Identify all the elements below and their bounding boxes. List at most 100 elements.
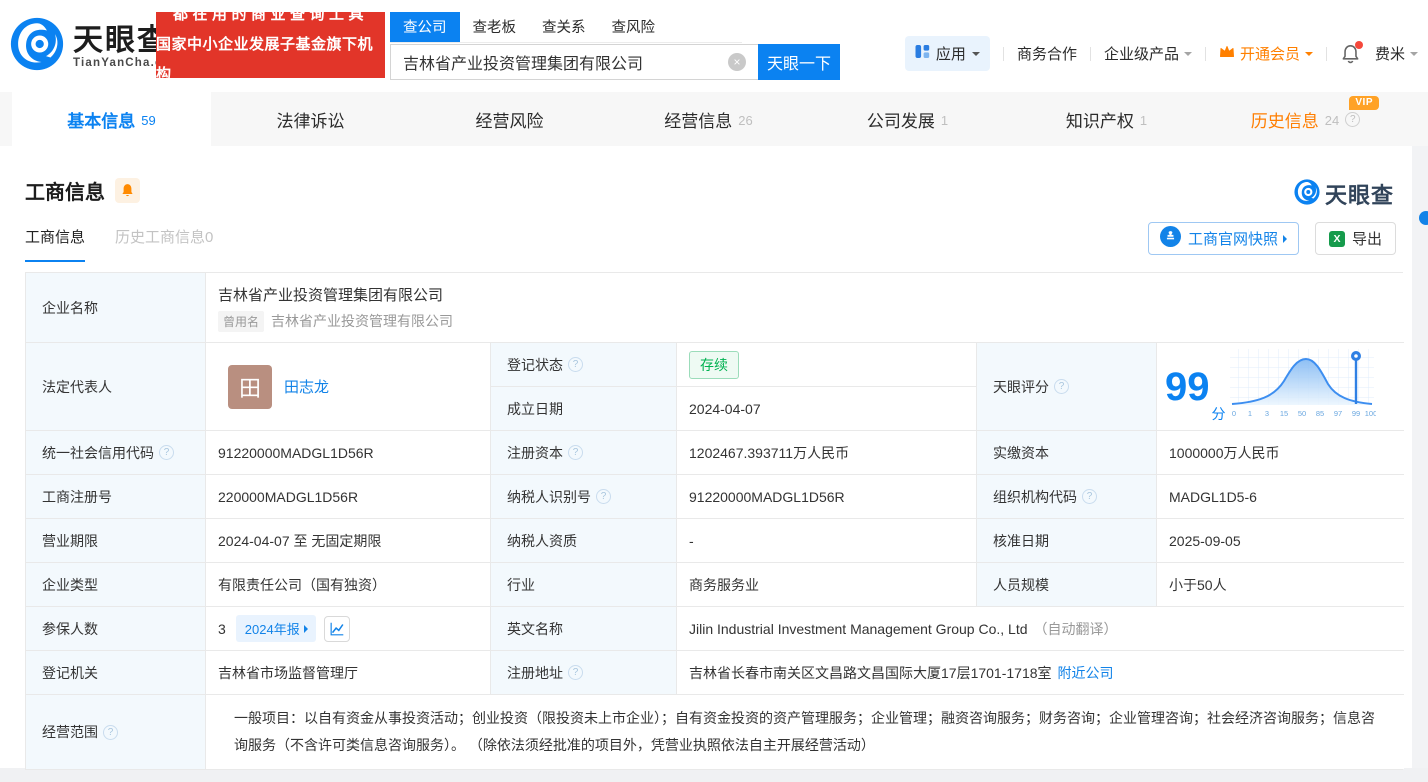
auto-translate-note: （自动翻译） [1033, 620, 1118, 637]
taxpayer-id-label: 纳税人识别号 [491, 475, 677, 519]
org-code-value: MADGL1D5-6 [1157, 475, 1404, 519]
clear-search-icon[interactable]: × [728, 53, 746, 71]
taxpayer-id-value: 91220000MADGL1D56R [677, 475, 977, 519]
subscribe-bell-icon[interactable] [115, 178, 140, 203]
legal-rep-link[interactable]: 田志龙 [284, 376, 329, 397]
help-icon[interactable] [596, 489, 611, 504]
notification-dot [1354, 40, 1363, 49]
help-icon[interactable] [1345, 111, 1361, 127]
scope-label: 经营范围 [26, 695, 206, 769]
legal-rep-avatar[interactable]: 田 [228, 364, 272, 409]
username: 费米 [1374, 46, 1405, 63]
svg-text:0: 0 [1231, 409, 1235, 418]
open-vip-menu[interactable]: 开通会员 [1219, 43, 1313, 64]
annual-report-pill[interactable]: 2024年报 [235, 615, 316, 642]
search-tab-boss[interactable]: 查老板 [460, 12, 530, 42]
tianyancha-watermark: 天眼查 [1294, 178, 1394, 210]
watermark-swirl-icon [1294, 178, 1320, 210]
official-snapshot-button[interactable]: 工商官网快照 [1148, 222, 1300, 255]
company-type-label: 企业类型 [26, 563, 206, 607]
help-icon[interactable] [1082, 489, 1097, 504]
help-icon[interactable] [103, 724, 118, 740]
staff-size-label: 人员规模 [977, 563, 1157, 607]
floating-widget[interactable] [1419, 211, 1428, 225]
biz-cooperation-link[interactable]: 商务合作 [1017, 43, 1077, 64]
taxpayer-qual-label: 纳税人资质 [491, 519, 677, 563]
help-icon[interactable] [159, 445, 174, 460]
reg-capital-value: 1202467.393711万人民币 [677, 431, 977, 475]
tab-intellectual-property[interactable]: 知识产权 1 [1007, 92, 1206, 146]
stamp-icon [1160, 226, 1181, 251]
insured-trend-chart-button[interactable] [323, 615, 350, 642]
user-menu[interactable]: 费米 [1375, 43, 1418, 64]
score-distribution-chart: 0 1 3 15 50 85 97 99 100 [1228, 347, 1377, 426]
tab-count: 1 [940, 113, 949, 128]
subtab-business-info[interactable]: 工商信息 [25, 226, 86, 262]
search-input[interactable] [390, 44, 758, 80]
search-button[interactable]: 天眼一下 [758, 44, 840, 80]
search-tab-relation[interactable]: 查关系 [529, 12, 599, 42]
status-badge: 存续 [689, 350, 739, 379]
tab-history-info[interactable]: VIP 历史信息 24 [1206, 92, 1405, 146]
svg-text:50: 50 [1297, 409, 1305, 418]
excel-icon [1329, 230, 1346, 247]
section-title: 工商信息 [25, 182, 105, 204]
help-icon[interactable] [568, 357, 583, 372]
help-icon[interactable] [568, 665, 583, 680]
export-button[interactable]: 导出 [1315, 222, 1397, 255]
business-info-section: 工商信息 天眼查 工商信息 历史工商信息0 工商官网快照 X 导出 企业名称 吉… [0, 146, 1412, 770]
company-name-label: 企业名称 [26, 273, 206, 343]
business-info-table: 企业名称 吉林省产业投资管理集团有限公司 曾用名 吉林省产业投资管理有限公司 法… [25, 272, 1404, 770]
apps-grid-icon [915, 44, 930, 63]
chevron-down-icon [1410, 52, 1418, 60]
apps-label: 应用 [935, 46, 966, 63]
svg-text:100: 100 [1364, 409, 1375, 418]
tab-label: 知识产权 [1065, 111, 1134, 131]
industry-value: 商务服务业 [677, 563, 977, 607]
industry-label: 行业 [491, 563, 677, 607]
search-tab-risk[interactable]: 查风险 [599, 12, 669, 42]
search-tab-company[interactable]: 查公司 [390, 12, 460, 42]
arrow-right-icon [303, 624, 312, 633]
tab-legal[interactable]: 法律诉讼 [211, 92, 410, 146]
promo-banner: 都在用的商业查询工具 国家中小企业发展子基金旗下机构 [156, 6, 385, 83]
page-bottom-edge [0, 768, 1428, 782]
apps-menu[interactable]: 应用 [904, 36, 990, 71]
tab-count: 59 [141, 113, 156, 128]
company-tabstrip: 基本信息 59 法律诉讼 经营风险 经营信息 26 公司发展 1 知识产权 1 … [0, 92, 1428, 146]
nav-divider [1204, 46, 1206, 61]
promo-line2: 国家中小企业发展子基金旗下机构 [156, 36, 374, 83]
arrow-right-icon [1283, 234, 1291, 243]
nearby-companies-link[interactable]: 附近公司 [1058, 663, 1114, 683]
nav-divider [1325, 46, 1327, 61]
tab-operating-risk[interactable]: 经营风险 [410, 92, 609, 146]
svg-text:85: 85 [1315, 409, 1323, 418]
help-icon[interactable] [568, 445, 583, 460]
export-label: 导出 [1352, 231, 1383, 248]
chevron-down-icon [971, 52, 980, 60]
tab-basic-info[interactable]: 基本信息 59 [12, 92, 211, 146]
crown-icon [1219, 44, 1235, 63]
reg-status-cell: 存续 [677, 343, 977, 387]
authority-value: 吉林省市场监督管理厅 [206, 651, 491, 695]
insured-label: 参保人数 [26, 607, 206, 651]
enterprise-product-menu[interactable]: 企业级产品 [1104, 43, 1192, 64]
svg-text:3: 3 [1264, 409, 1268, 418]
staff-size-value: 小于50人 [1157, 563, 1404, 607]
org-code-label: 组织机构代码 [977, 475, 1157, 519]
enterprise-label: 企业级产品 [1103, 46, 1179, 63]
subtab-history-business-info[interactable]: 历史工商信息0 [115, 226, 213, 260]
help-icon[interactable] [1054, 379, 1069, 394]
search-area: 查公司 查老板 查关系 查风险 × 天眼一下 [390, 12, 840, 80]
chevron-down-icon [1304, 52, 1313, 60]
paid-capital-value: 1000000万人民币 [1157, 431, 1404, 475]
notification-bell-icon[interactable] [1340, 40, 1363, 65]
address-value: 吉林省长春市南关区文昌路文昌国际大厦17层1701-1718室 [689, 664, 1052, 681]
promo-line1: 都在用的商业查询工具 [172, 6, 368, 23]
paid-capital-label: 实缴资本 [977, 431, 1157, 475]
tab-count: 26 [738, 113, 753, 128]
tab-company-development[interactable]: 公司发展 1 [808, 92, 1007, 146]
scope-cell: 一般项目：以自有资金从事投资活动；创业投资（限投资未上市企业）；自有资金投资的资… [206, 695, 1404, 769]
tab-operating-info[interactable]: 经营信息 26 [609, 92, 808, 146]
term-label: 营业期限 [26, 519, 206, 563]
